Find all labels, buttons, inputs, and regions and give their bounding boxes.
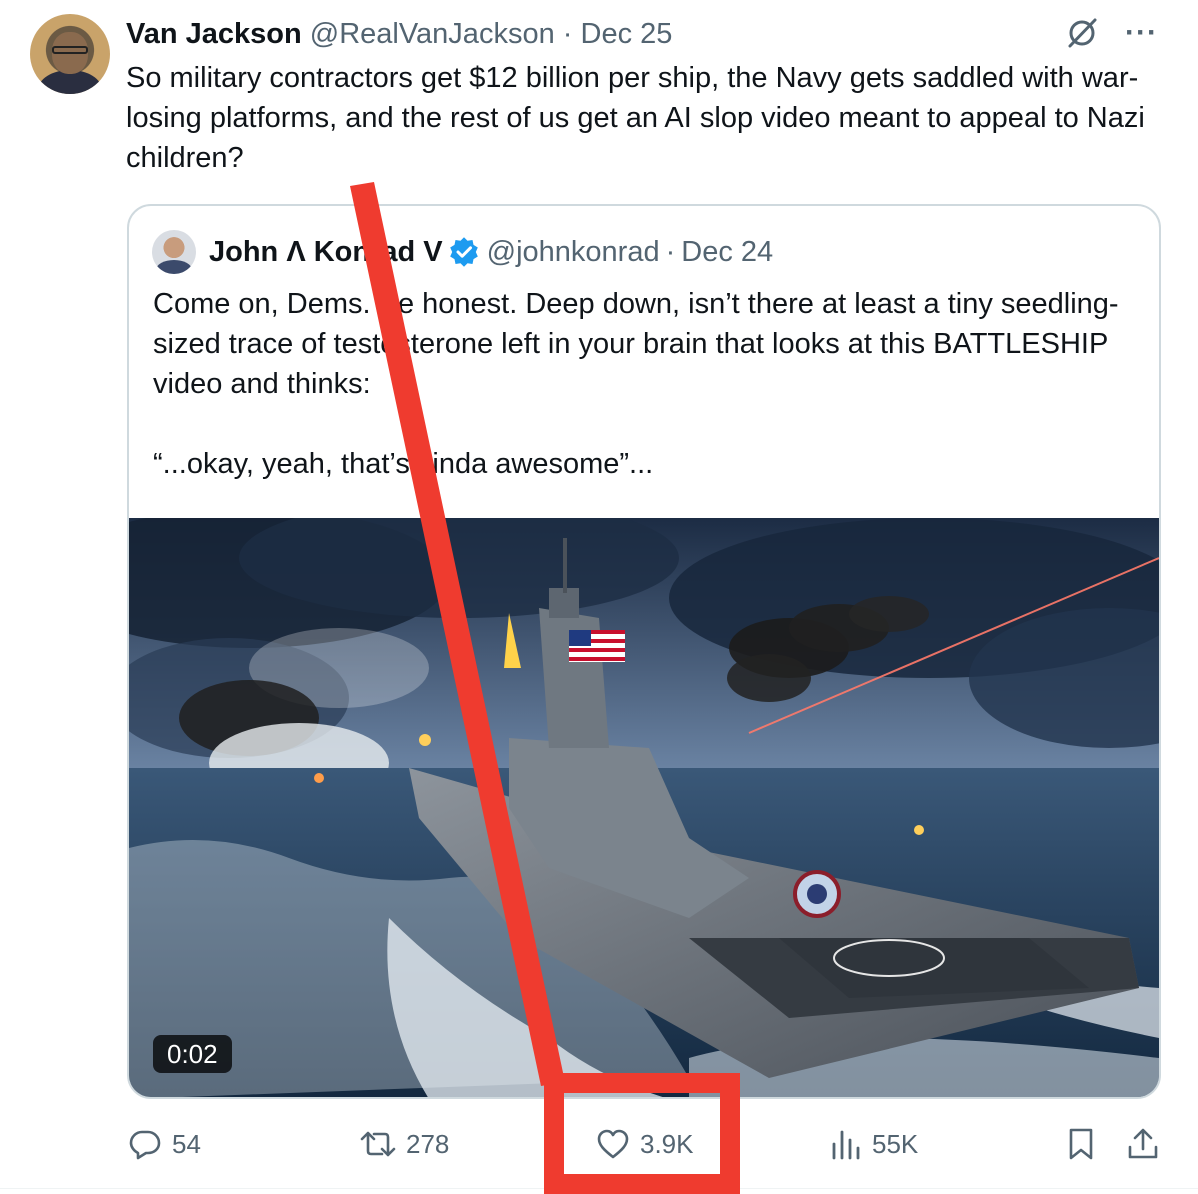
quoted-tweet-date[interactable]: Dec 24 xyxy=(681,233,773,271)
tweet-text: So military contractors get $12 billion … xyxy=(126,62,1145,174)
like-button[interactable]: 3.9K xyxy=(596,1118,694,1170)
views-count: 55K xyxy=(872,1128,919,1159)
quoted-tweet-card[interactable]: John Λ Konrad V @johnkonrad · Dec 24 Com… xyxy=(127,204,1161,1099)
share-icon xyxy=(1126,1127,1160,1161)
warship-video-thumbnail xyxy=(129,518,1159,1097)
author-name[interactable]: Van Jackson xyxy=(126,18,302,50)
author-avatar[interactable] xyxy=(30,14,110,94)
tweet-action-bar: 54 278 3.9K 55K xyxy=(0,1118,1198,1170)
views-chart-icon xyxy=(830,1128,862,1160)
reply-icon xyxy=(128,1127,162,1161)
reply-button[interactable]: 54 xyxy=(128,1118,201,1170)
like-count: 3.9K xyxy=(640,1128,694,1159)
repost-icon xyxy=(360,1127,396,1161)
bookmark-button[interactable] xyxy=(1066,1118,1096,1170)
verified-badge-icon xyxy=(449,237,479,267)
tweet-top-actions: ··· xyxy=(1065,16,1158,50)
grok-icon[interactable] xyxy=(1065,16,1099,50)
views-button[interactable]: 55K xyxy=(830,1118,918,1170)
share-button[interactable] xyxy=(1126,1118,1160,1170)
author-handle[interactable]: @RealVanJackson xyxy=(310,18,555,50)
tweet-divider xyxy=(0,1188,1198,1189)
quoted-tweet-text: Come on, Dems. Be honest. Deep down, isn… xyxy=(153,284,1143,484)
more-options-icon[interactable]: ··· xyxy=(1125,16,1158,50)
heart-icon xyxy=(596,1128,630,1160)
video-player[interactable]: 0:02 xyxy=(129,518,1159,1097)
header-separator: · xyxy=(562,18,573,50)
repost-button[interactable]: 278 xyxy=(360,1118,449,1170)
reply-count: 54 xyxy=(172,1128,201,1159)
video-duration-badge: 0:02 xyxy=(153,1035,232,1073)
quoted-header-separator: · xyxy=(665,236,676,268)
quoted-author-name[interactable]: John Λ Konrad V xyxy=(209,233,443,271)
quoted-text-paragraph: “...okay, yeah, that’s kinda awesome”... xyxy=(153,448,654,480)
quoted-author-avatar[interactable] xyxy=(152,230,196,274)
tweet-date[interactable]: Dec 25 xyxy=(581,18,673,50)
bookmark-icon xyxy=(1066,1127,1096,1161)
quoted-author-handle[interactable]: @johnkonrad xyxy=(487,233,660,271)
tweet-header: Van Jackson @RealVanJackson · Dec 25 xyxy=(126,16,672,52)
repost-count: 278 xyxy=(406,1128,450,1159)
quoted-text-paragraph: Come on, Dems. Be honest. Deep down, isn… xyxy=(153,288,1119,400)
quoted-tweet-header: John Λ Konrad V @johnkonrad · Dec 24 xyxy=(209,233,773,271)
